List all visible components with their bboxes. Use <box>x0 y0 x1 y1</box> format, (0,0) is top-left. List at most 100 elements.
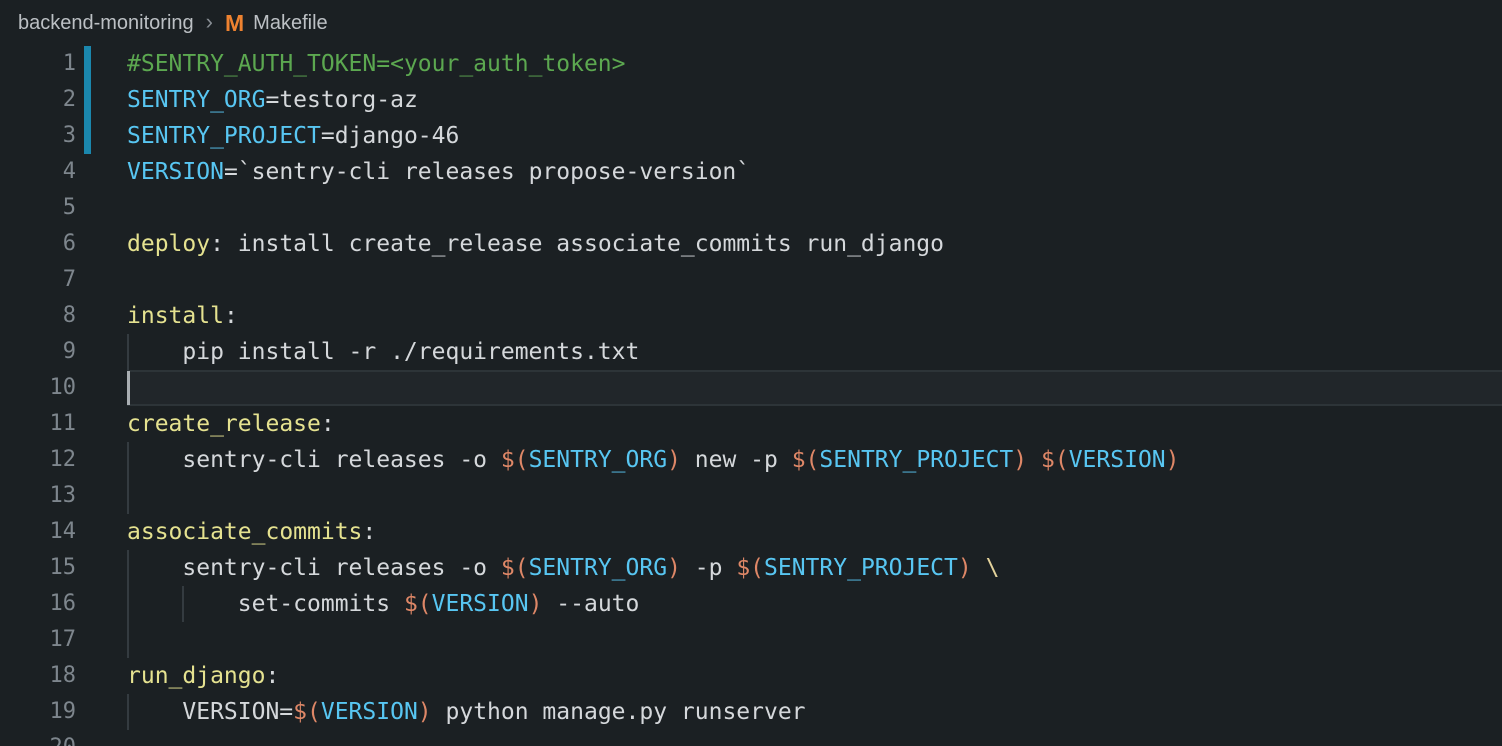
code-line-content[interactable]: create_release: <box>127 406 1502 442</box>
code-line: 4VERSION=`sentry-cli releases propose-ve… <box>0 154 1502 190</box>
line-gutter[interactable]: 11 <box>0 406 127 442</box>
code-token: : <box>362 519 376 545</box>
line-gutter[interactable]: 20 <box>0 730 127 746</box>
line-number[interactable]: 2 <box>0 82 127 118</box>
code-line-content[interactable]: pip install -r ./requirements.txt <box>127 334 1502 370</box>
code-line-content[interactable] <box>127 262 1502 298</box>
code-line-content[interactable]: run_django: <box>127 658 1502 694</box>
line-gutter[interactable]: 14 <box>0 514 127 550</box>
code-line-content[interactable]: SENTRY_ORG=testorg-az <box>127 82 1502 118</box>
code-token: SENTRY_PROJECT <box>764 555 958 581</box>
code-token: SENTRY_PROJECT <box>127 123 321 149</box>
line-number[interactable]: 5 <box>0 190 127 226</box>
breadcrumb: backend-monitoring › M Makefile <box>0 0 1502 46</box>
line-gutter[interactable]: 7 <box>0 262 127 298</box>
line-number[interactable]: 19 <box>0 694 127 730</box>
indentation <box>127 574 182 575</box>
code-line-content[interactable] <box>127 730 1502 746</box>
code-token: ) <box>1013 447 1027 473</box>
code-line: 9pip install -r ./requirements.txt <box>0 334 1502 370</box>
line-gutter[interactable]: 3 <box>0 118 127 154</box>
code-line-content[interactable] <box>127 622 1502 658</box>
line-number[interactable]: 7 <box>0 262 127 298</box>
line-number[interactable]: 9 <box>0 334 127 370</box>
code-token: ) <box>667 555 681 581</box>
line-number[interactable]: 14 <box>0 514 127 550</box>
code-token: SENTRY_PROJECT <box>819 447 1013 473</box>
line-number[interactable]: 13 <box>0 478 127 514</box>
line-gutter[interactable]: 1 <box>0 46 127 82</box>
line-number[interactable]: 1 <box>0 46 127 82</box>
code-token: VERSION <box>432 591 529 617</box>
code-editor[interactable]: 1#SENTRY_AUTH_TOKEN=<your_auth_token>2SE… <box>0 46 1502 746</box>
indent-guide <box>127 478 129 514</box>
line-number[interactable]: 6 <box>0 226 127 262</box>
code-token: $( <box>736 555 764 581</box>
code-line-content[interactable] <box>127 190 1502 226</box>
modified-indicator <box>84 82 91 118</box>
indent-guide <box>182 586 184 622</box>
line-number[interactable]: 3 <box>0 118 127 154</box>
code-line: 5 <box>0 190 1502 226</box>
code-token: =testorg-az <box>265 87 417 113</box>
line-gutter[interactable]: 8 <box>0 298 127 334</box>
code-line: 20 <box>0 730 1502 746</box>
line-number[interactable]: 18 <box>0 658 127 694</box>
line-number[interactable]: 11 <box>0 406 127 442</box>
code-line-content[interactable]: VERSION=`sentry-cli releases propose-ver… <box>127 154 1502 190</box>
line-gutter[interactable]: 10 <box>0 370 127 406</box>
code-line-content[interactable]: sentry-cli releases -o $(SENTRY_ORG) -p … <box>127 550 1502 586</box>
code-token: deploy <box>127 231 210 257</box>
code-token: : <box>321 411 335 437</box>
code-line-content[interactable]: VERSION=$(VERSION) python manage.py runs… <box>127 694 1502 730</box>
code-line-content[interactable]: associate_commits: <box>127 514 1502 550</box>
code-token: : <box>224 303 238 329</box>
line-gutter[interactable]: 12 <box>0 442 127 478</box>
code-line: 8install: <box>0 298 1502 334</box>
line-number[interactable]: 8 <box>0 298 127 334</box>
modified-indicator <box>84 118 91 154</box>
code-token: $( <box>1041 447 1069 473</box>
line-number[interactable]: 15 <box>0 550 127 586</box>
code-token: : install create_release associate_commi… <box>210 231 944 257</box>
line-gutter[interactable]: 19 <box>0 694 127 730</box>
code-line-content[interactable]: sentry-cli releases -o $(SENTRY_ORG) new… <box>127 442 1502 478</box>
line-gutter[interactable]: 5 <box>0 190 127 226</box>
line-gutter[interactable]: 18 <box>0 658 127 694</box>
line-number[interactable]: 20 <box>0 730 127 746</box>
line-gutter[interactable]: 15 <box>0 550 127 586</box>
code-token: ) <box>958 555 972 581</box>
code-line-content[interactable]: #SENTRY_AUTH_TOKEN=<your_auth_token> <box>127 46 1502 82</box>
breadcrumb-file[interactable]: M Makefile <box>225 12 328 35</box>
line-number[interactable]: 4 <box>0 154 127 190</box>
indent-guide <box>127 622 129 658</box>
code-line-content[interactable] <box>127 478 1502 514</box>
code-token: create_release <box>127 411 321 437</box>
indentation <box>127 358 182 359</box>
line-number[interactable]: 17 <box>0 622 127 658</box>
code-token: SENTRY_ORG <box>529 555 667 581</box>
code-token: VERSION= <box>182 699 293 725</box>
breadcrumb-folder[interactable]: backend-monitoring <box>18 12 194 35</box>
code-token <box>972 555 986 581</box>
line-gutter[interactable]: 6 <box>0 226 127 262</box>
line-number[interactable]: 16 <box>0 586 127 622</box>
indent-guide <box>127 694 129 730</box>
code-line-content[interactable]: deploy: install create_release associate… <box>127 226 1502 262</box>
line-gutter[interactable]: 9 <box>0 334 127 370</box>
line-gutter[interactable]: 17 <box>0 622 127 658</box>
line-gutter[interactable]: 2 <box>0 82 127 118</box>
code-line-content[interactable]: SENTRY_PROJECT=django-46 <box>127 118 1502 154</box>
code-line-content[interactable]: set-commits $(VERSION) --auto <box>127 586 1502 622</box>
code-line-content[interactable]: install: <box>127 298 1502 334</box>
line-number[interactable]: 10 <box>0 370 127 406</box>
code-line: 18run_django: <box>0 658 1502 694</box>
editor-lines: 1#SENTRY_AUTH_TOKEN=<your_auth_token>2SE… <box>0 46 1502 746</box>
line-gutter[interactable]: 13 <box>0 478 127 514</box>
line-gutter[interactable]: 16 <box>0 586 127 622</box>
line-number[interactable]: 12 <box>0 442 127 478</box>
line-gutter[interactable]: 4 <box>0 154 127 190</box>
code-line-content[interactable] <box>127 370 1502 406</box>
code-token: ) <box>1166 447 1180 473</box>
code-token: --auto <box>542 591 639 617</box>
